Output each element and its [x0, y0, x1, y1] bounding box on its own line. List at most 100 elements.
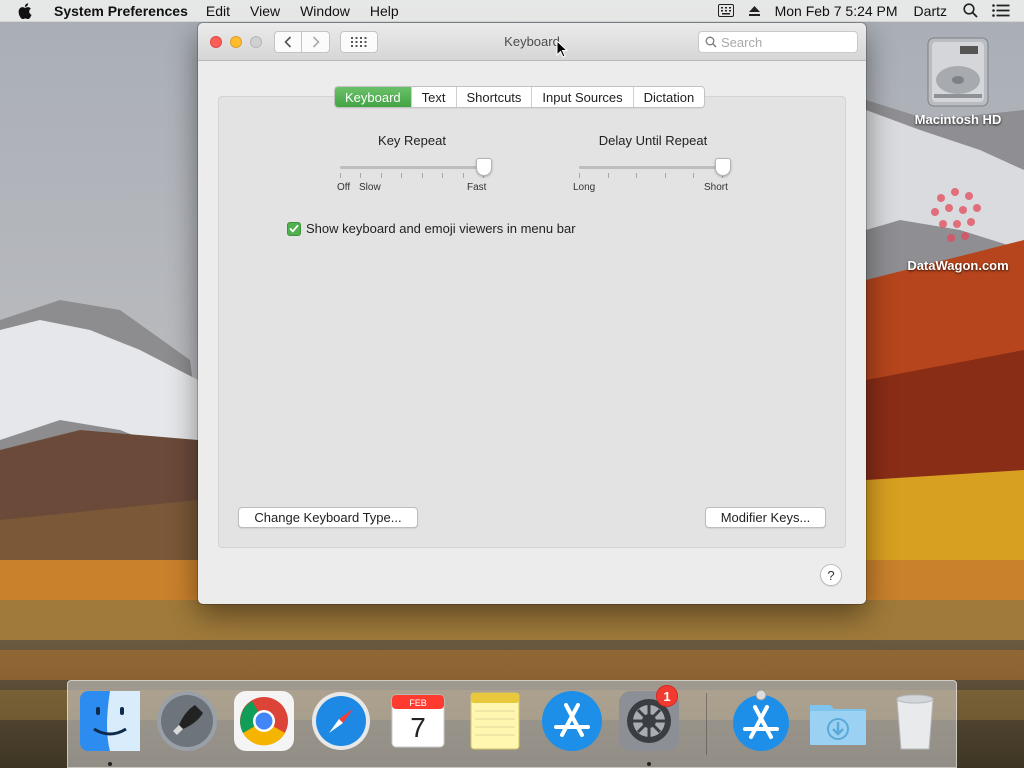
- calendar-icon: FEB 7: [391, 694, 445, 748]
- modifier-keys-button[interactable]: Modifier Keys...: [705, 507, 826, 528]
- slider-tick: [693, 173, 694, 178]
- delay-until-repeat-title: Delay Until Repeat: [598, 133, 708, 148]
- datawagon-label: DataWagon.com: [907, 258, 1009, 273]
- menu-window[interactable]: Window: [300, 3, 350, 19]
- mouse-pointer-icon: [556, 39, 569, 61]
- dock-finder[interactable]: [78, 689, 142, 753]
- window-titlebar[interactable]: Keyboard: [198, 23, 866, 61]
- show-viewers-checkbox[interactable]: [287, 221, 301, 236]
- chrome-icon: [234, 691, 294, 751]
- grid-icon: [351, 36, 367, 47]
- eject-icon[interactable]: [748, 5, 761, 17]
- change-keyboard-type-button[interactable]: Change Keyboard Type...: [238, 507, 418, 528]
- tab-dictation[interactable]: Dictation: [634, 87, 705, 107]
- finder-running-indicator: [108, 762, 112, 766]
- keyboard-preferences-window: Keyboard Keyboard Text Shortcuts Input S…: [198, 23, 866, 604]
- slider-tick: [636, 173, 637, 178]
- preference-tabs: Keyboard Text Shortcuts Input Sources Di…: [334, 86, 706, 108]
- forward-button[interactable]: [302, 30, 330, 53]
- key-repeat-slow-label: Slow: [359, 182, 381, 193]
- key-repeat-fast-label: Fast: [467, 182, 487, 193]
- watermark-logo-icon: [921, 180, 995, 254]
- delay-long-label: Long: [573, 182, 596, 193]
- dock-notes[interactable]: [463, 689, 527, 753]
- search-icon: [705, 36, 717, 48]
- safari-compass-icon: [312, 692, 370, 750]
- key-repeat-off-label: Off: [337, 182, 351, 193]
- menu-edit[interactable]: Edit: [206, 3, 230, 19]
- slider-tick: [608, 173, 609, 178]
- delay-until-repeat-slider[interactable]: [579, 158, 731, 178]
- menubar-user[interactable]: Dartz: [914, 3, 947, 19]
- window-controls: [210, 35, 262, 48]
- dock-trash[interactable]: [883, 689, 947, 753]
- dock-calendar[interactable]: FEB 7: [386, 689, 450, 753]
- slider-tick: [442, 173, 443, 178]
- input-menu-icon[interactable]: [717, 4, 734, 17]
- show-all-button[interactable]: [340, 30, 378, 53]
- notification-center-icon[interactable]: [992, 4, 1010, 17]
- hard-drive-icon: [920, 32, 996, 108]
- downloads-folder-icon: [810, 705, 866, 745]
- menu-view[interactable]: View: [250, 3, 280, 19]
- dock-app-store[interactable]: [540, 689, 604, 753]
- tab-keyboard[interactable]: Keyboard: [335, 87, 412, 107]
- back-button[interactable]: [274, 30, 302, 53]
- keyboard-pane: Key Repeat Off Slow Fast Delay Until Rep…: [218, 96, 846, 548]
- minimize-window-button[interactable]: [230, 35, 242, 48]
- datawagon-desktop-icon[interactable]: DataWagon.com: [900, 180, 1016, 273]
- checkmark-icon: [289, 224, 299, 233]
- help-button[interactable]: ?: [820, 564, 842, 586]
- slider-tick: [340, 173, 341, 178]
- close-window-button[interactable]: [210, 35, 222, 48]
- dock-app-store-downloads[interactable]: [729, 689, 793, 753]
- dock-separator: [706, 693, 707, 755]
- key-repeat-knob[interactable]: [476, 158, 492, 176]
- delay-rail: [579, 166, 723, 169]
- system-preferences-running-indicator: [647, 762, 651, 766]
- key-repeat-labels: Off Slow Fast: [337, 182, 487, 196]
- app-menu-name[interactable]: System Preferences: [54, 3, 188, 19]
- macintosh-hd-label: Macintosh HD: [914, 112, 1002, 127]
- calendar-day: 7: [410, 712, 426, 743]
- delay-short-label: Short: [704, 182, 728, 193]
- zoom-window-button[interactable]: [250, 35, 262, 48]
- dock-safari[interactable]: [309, 689, 373, 753]
- macintosh-hd-desktop-icon[interactable]: Macintosh HD: [906, 32, 1010, 127]
- key-repeat-slider[interactable]: [340, 158, 492, 178]
- slider-tick: [422, 173, 423, 178]
- system-preferences-badge: 1: [656, 685, 678, 707]
- dock-chrome[interactable]: [232, 689, 296, 753]
- delay-until-repeat-labels: Long Short: [573, 182, 733, 196]
- notes-icon: [470, 692, 520, 750]
- menu-help[interactable]: Help: [370, 3, 399, 19]
- tab-input-sources[interactable]: Input Sources: [532, 87, 634, 107]
- finder-icon: [80, 691, 140, 751]
- tab-text[interactable]: Text: [412, 87, 457, 107]
- app-store-icon: [733, 689, 789, 751]
- chevron-left-icon: [284, 35, 292, 48]
- slider-tick: [665, 173, 666, 178]
- menubar-clock[interactable]: Mon Feb 7 5:24 PM: [775, 3, 898, 19]
- slider-tick: [579, 173, 580, 178]
- search-input[interactable]: [721, 34, 851, 50]
- show-viewers-row[interactable]: Show keyboard and emoji viewers in menu …: [287, 221, 576, 236]
- dock-launchpad[interactable]: [155, 689, 219, 753]
- show-viewers-label: Show keyboard and emoji viewers in menu …: [306, 221, 576, 236]
- dock: FEB 7 1: [67, 680, 957, 768]
- delay-until-repeat-group: Delay Until Repeat Long Short: [573, 133, 733, 196]
- chevron-right-icon: [312, 35, 320, 48]
- rocket-icon: [157, 691, 217, 751]
- menu-bar: System Preferences Edit View Window Help…: [0, 0, 1024, 22]
- key-repeat-title: Key Repeat: [378, 133, 446, 148]
- spotlight-search-icon[interactable]: [963, 3, 978, 18]
- tab-shortcuts[interactable]: Shortcuts: [457, 87, 533, 107]
- dock-downloads-folder[interactable]: [806, 689, 870, 753]
- trash-icon: [896, 694, 934, 750]
- search-field[interactable]: [698, 31, 858, 53]
- key-repeat-rail: [340, 166, 484, 169]
- navigation-buttons: [274, 30, 330, 53]
- delay-until-repeat-knob[interactable]: [715, 158, 731, 176]
- slider-tick: [381, 173, 382, 178]
- apple-menu-icon[interactable]: [18, 2, 40, 19]
